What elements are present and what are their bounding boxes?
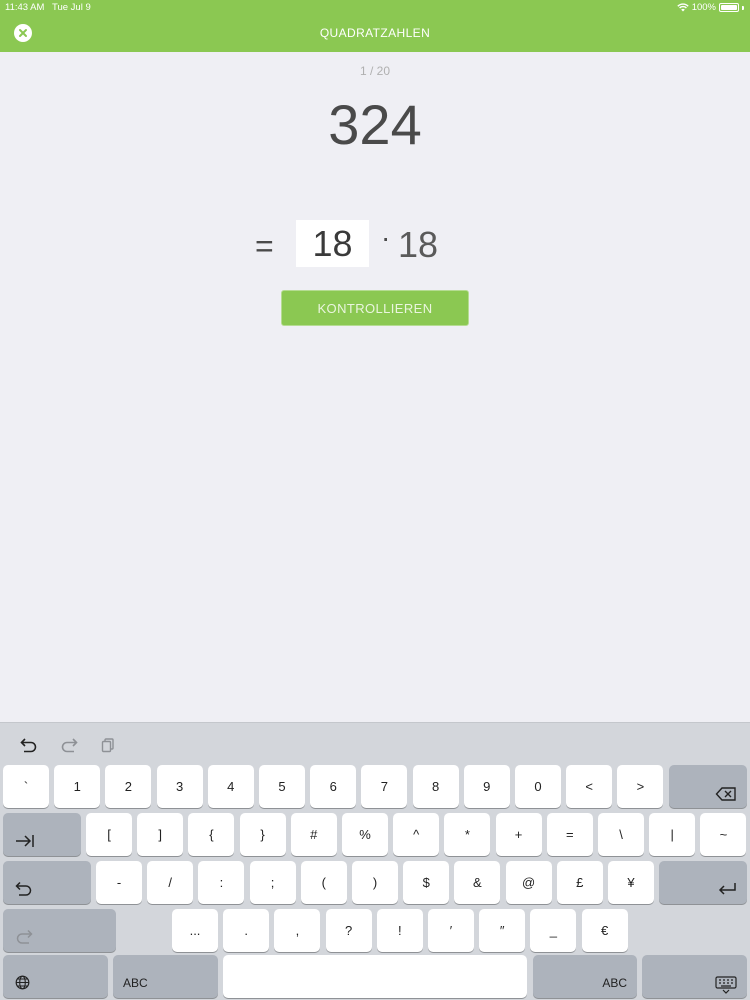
keyboard-key[interactable]: : <box>198 861 245 904</box>
keyboard-key[interactable]: ] <box>137 813 184 856</box>
keyboard-key[interactable]: ) <box>352 861 398 904</box>
keyboard-key[interactable]: . <box>223 909 270 952</box>
keyboard-key[interactable]: [ <box>86 813 132 856</box>
keyboard-key[interactable]: = <box>546 813 593 856</box>
abc-key-left[interactable]: ABC <box>113 955 218 998</box>
redo-key[interactable] <box>3 909 116 952</box>
globe-icon <box>15 975 30 990</box>
keyboard-key[interactable]: > <box>617 765 664 808</box>
space-key[interactable] <box>223 955 527 998</box>
keyboard-key[interactable]: ′ <box>428 909 474 952</box>
delete-icon <box>715 787 736 801</box>
status-date: Tue Jul 9 <box>52 2 91 13</box>
equals-sign: = <box>255 228 274 264</box>
keyboard-key[interactable]: ( <box>300 861 347 904</box>
keyboard-key[interactable]: ! <box>376 909 423 952</box>
hide-keyboard-key[interactable] <box>642 955 747 998</box>
undo-button[interactable] <box>17 733 41 757</box>
battery-icon <box>719 3 739 12</box>
keyboard-key[interactable]: $ <box>403 861 450 904</box>
redo-icon <box>61 738 78 753</box>
abc-key-left-label: ABC <box>123 976 148 990</box>
keyboard-key[interactable]: 5 <box>259 765 305 808</box>
top-bar: 11:43 AM Tue Jul 9 100% QUADRATZAHLEN <box>0 0 750 52</box>
paste-icon <box>101 738 114 753</box>
keyboard-key[interactable]: | <box>649 813 696 856</box>
battery-tip <box>742 5 744 10</box>
keyboard-key[interactable]: ` <box>3 765 49 808</box>
keyboard-key[interactable]: ... <box>172 909 218 952</box>
keyboard-key[interactable]: \ <box>598 813 644 856</box>
keyboard-key[interactable]: 3 <box>156 765 203 808</box>
second-factor: 18 <box>398 224 439 265</box>
answer-input[interactable]: 18 <box>296 220 369 267</box>
keyboard-key[interactable]: 9 <box>463 765 510 808</box>
redo-button[interactable] <box>57 733 81 757</box>
square-number: 324 <box>328 93 422 156</box>
status-indicators: 100% <box>676 2 744 13</box>
keyboard-key[interactable]: 0 <box>515 765 561 808</box>
paste-button[interactable] <box>96 733 120 757</box>
progress-counter: 1 / 20 <box>359 64 391 78</box>
keyboard-key[interactable]: % <box>342 813 388 856</box>
redo-icon <box>16 929 33 944</box>
keyboard-key[interactable]: } <box>239 813 286 856</box>
keyboard-dismiss-icon <box>715 976 737 994</box>
keyboard-key[interactable]: - <box>96 861 142 904</box>
return-key[interactable] <box>659 861 747 904</box>
keyboard-key[interactable]: ; <box>249 861 296 904</box>
keyboard-key[interactable]: £ <box>556 861 603 904</box>
keyboard-key[interactable]: < <box>566 765 613 808</box>
keyboard-key[interactable]: # <box>290 813 337 856</box>
keyboard-key[interactable]: 1 <box>54 765 101 808</box>
keyboard-key[interactable]: + <box>495 813 542 856</box>
keyboard-key[interactable]: { <box>188 813 235 856</box>
multiply-dot: · <box>381 222 391 253</box>
keyboard-key[interactable]: * <box>444 813 491 856</box>
delete-key[interactable] <box>669 765 747 808</box>
status-time: 11:43 AM <box>5 2 45 13</box>
undo-key[interactable] <box>3 861 91 904</box>
page-title: QUADRATZAHLEN <box>319 26 431 40</box>
undo-icon <box>15 881 32 896</box>
keyboard: ABC ABC ` 1 2 3 4 5 6 7 8 9 0 < > []{} #% ^ * + = \ | ~ - /:;()… <box>0 722 750 1000</box>
keyboard-key[interactable]: , <box>274 909 321 952</box>
keyboard-key[interactable]: / <box>147 861 194 904</box>
keyboard-key[interactable]: ? <box>325 909 372 952</box>
undo-icon <box>20 738 37 753</box>
keyboard-key[interactable]: ¥ <box>608 861 654 904</box>
keyboard-key[interactable]: @ <box>505 861 552 904</box>
tab-key[interactable] <box>3 813 81 856</box>
wifi-icon <box>676 3 689 12</box>
abc-key-right[interactable]: ABC <box>533 955 637 998</box>
keyboard-key[interactable]: ^ <box>393 813 440 856</box>
globe-key[interactable] <box>3 955 108 998</box>
keyboard-key[interactable]: _ <box>530 909 577 952</box>
keyboard-key[interactable]: ″ <box>479 909 526 952</box>
keyboard-key[interactable]: 4 <box>207 765 254 808</box>
keyboard-key[interactable]: ~ <box>700 813 747 856</box>
battery-percent: 100% <box>691 2 716 13</box>
abc-key-right-label: ABC <box>602 976 627 990</box>
keyboard-key[interactable]: 6 <box>310 765 357 808</box>
keyboard-key[interactable]: & <box>454 861 501 904</box>
keyboard-key[interactable]: 7 <box>361 765 408 808</box>
keyboard-key[interactable]: 8 <box>412 765 459 808</box>
return-icon <box>718 883 736 895</box>
tab-icon <box>16 835 34 847</box>
keyboard-key[interactable]: 2 <box>105 765 152 808</box>
check-button[interactable]: KONTROLLIEREN <box>281 290 469 326</box>
keyboard-key[interactable]: € <box>581 909 628 952</box>
